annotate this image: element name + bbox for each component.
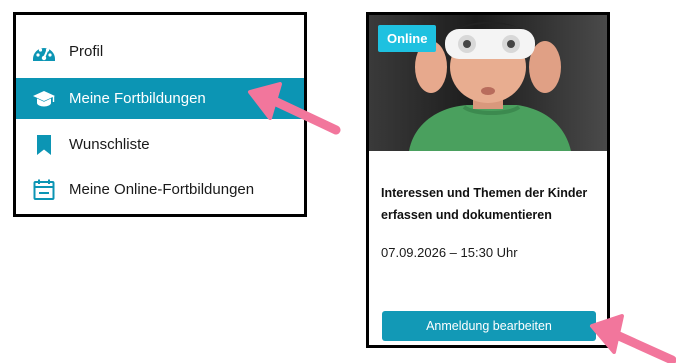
pointer-arrow-icon: [590, 314, 676, 363]
course-image: Online: [369, 15, 607, 151]
course-title: Interessen und Themen der Kinder erfasse…: [381, 186, 588, 222]
bookmark-icon: [32, 133, 56, 157]
menu-item-label: Wunschliste: [69, 136, 150, 153]
menu-item-label: Meine Fortbildungen: [69, 90, 206, 107]
menu-item-label: Profil: [69, 43, 104, 60]
dashboard-gauge-icon: [32, 40, 56, 64]
menu-item-label: Meine Online-Fortbildungen: [69, 181, 255, 198]
pointer-arrow-icon: [248, 82, 341, 135]
edit-registration-button[interactable]: Anmeldung bearbeiten: [382, 311, 596, 341]
calendar-icon: [32, 178, 56, 202]
online-badge: Online: [378, 25, 437, 52]
menu-item-meine-online-fortbildungen[interactable]: Meine Online-Fortbildungen: [16, 169, 304, 210]
menu-item-profil[interactable]: Profil: [16, 31, 304, 72]
course-card[interactable]: Online Interessen und Themen der Kinder …: [366, 12, 610, 348]
graduation-cap-icon: [32, 87, 56, 111]
course-date: 07.09.2026 – 15:30 Uhr: [381, 245, 518, 260]
